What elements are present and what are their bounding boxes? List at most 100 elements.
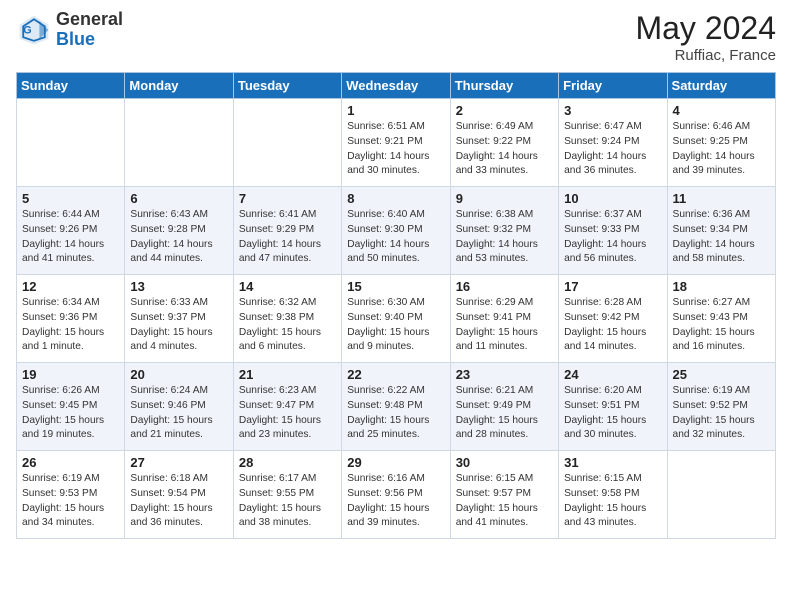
- day-info: Sunrise: 6:24 AMSunset: 9:46 PMDaylight:…: [130, 385, 212, 440]
- table-row: 23 Sunrise: 6:21 AMSunset: 9:49 PMDaylig…: [450, 363, 558, 451]
- day-number: 28: [239, 455, 336, 470]
- col-wednesday: Wednesday: [342, 73, 450, 99]
- logo: G General Blue: [16, 10, 123, 50]
- day-info: Sunrise: 6:33 AMSunset: 9:37 PMDaylight:…: [130, 297, 212, 352]
- day-number: 16: [456, 279, 553, 294]
- day-info: Sunrise: 6:19 AMSunset: 9:52 PMDaylight:…: [673, 385, 755, 440]
- table-row: 8 Sunrise: 6:40 AMSunset: 9:30 PMDayligh…: [342, 187, 450, 275]
- day-number: 27: [130, 455, 227, 470]
- col-sunday: Sunday: [17, 73, 125, 99]
- day-info: Sunrise: 6:15 AMSunset: 9:58 PMDaylight:…: [564, 473, 646, 528]
- page: G General Blue May 2024 Ruffiac, France …: [0, 0, 792, 612]
- day-info: Sunrise: 6:38 AMSunset: 9:32 PMDaylight:…: [456, 209, 538, 264]
- day-number: 31: [564, 455, 661, 470]
- day-number: 24: [564, 367, 661, 382]
- day-number: 9: [456, 191, 553, 206]
- table-row: 14 Sunrise: 6:32 AMSunset: 9:38 PMDaylig…: [233, 275, 341, 363]
- table-row: 16 Sunrise: 6:29 AMSunset: 9:41 PMDaylig…: [450, 275, 558, 363]
- table-row: 20 Sunrise: 6:24 AMSunset: 9:46 PMDaylig…: [125, 363, 233, 451]
- table-row: 13 Sunrise: 6:33 AMSunset: 9:37 PMDaylig…: [125, 275, 233, 363]
- day-info: Sunrise: 6:16 AMSunset: 9:56 PMDaylight:…: [347, 473, 429, 528]
- table-row: 26 Sunrise: 6:19 AMSunset: 9:53 PMDaylig…: [17, 451, 125, 539]
- day-number: 19: [22, 367, 119, 382]
- table-row: 19 Sunrise: 6:26 AMSunset: 9:45 PMDaylig…: [17, 363, 125, 451]
- col-monday: Monday: [125, 73, 233, 99]
- day-info: Sunrise: 6:46 AMSunset: 9:25 PMDaylight:…: [673, 121, 755, 176]
- table-row: 22 Sunrise: 6:22 AMSunset: 9:48 PMDaylig…: [342, 363, 450, 451]
- table-row: [233, 99, 341, 187]
- day-info: Sunrise: 6:41 AMSunset: 9:29 PMDaylight:…: [239, 209, 321, 264]
- day-number: 25: [673, 367, 770, 382]
- day-number: 30: [456, 455, 553, 470]
- day-info: Sunrise: 6:37 AMSunset: 9:33 PMDaylight:…: [564, 209, 646, 264]
- svg-text:G: G: [23, 24, 31, 36]
- table-row: 11 Sunrise: 6:36 AMSunset: 9:34 PMDaylig…: [667, 187, 775, 275]
- day-info: Sunrise: 6:40 AMSunset: 9:30 PMDaylight:…: [347, 209, 429, 264]
- day-number: 22: [347, 367, 444, 382]
- day-info: Sunrise: 6:43 AMSunset: 9:28 PMDaylight:…: [130, 209, 212, 264]
- day-number: 26: [22, 455, 119, 470]
- calendar-table: Sunday Monday Tuesday Wednesday Thursday…: [16, 72, 776, 539]
- table-row: 12 Sunrise: 6:34 AMSunset: 9:36 PMDaylig…: [17, 275, 125, 363]
- day-info: Sunrise: 6:26 AMSunset: 9:45 PMDaylight:…: [22, 385, 104, 440]
- table-row: 4 Sunrise: 6:46 AMSunset: 9:25 PMDayligh…: [667, 99, 775, 187]
- day-info: Sunrise: 6:30 AMSunset: 9:40 PMDaylight:…: [347, 297, 429, 352]
- day-number: 14: [239, 279, 336, 294]
- day-info: Sunrise: 6:21 AMSunset: 9:49 PMDaylight:…: [456, 385, 538, 440]
- table-row: 30 Sunrise: 6:15 AMSunset: 9:57 PMDaylig…: [450, 451, 558, 539]
- header-row: Sunday Monday Tuesday Wednesday Thursday…: [17, 73, 776, 99]
- day-number: 5: [22, 191, 119, 206]
- day-number: 8: [347, 191, 444, 206]
- day-info: Sunrise: 6:44 AMSunset: 9:26 PMDaylight:…: [22, 209, 104, 264]
- day-number: 1: [347, 103, 444, 118]
- logo-text: General Blue: [56, 10, 123, 50]
- table-row: [17, 99, 125, 187]
- day-info: Sunrise: 6:17 AMSunset: 9:55 PMDaylight:…: [239, 473, 321, 528]
- table-row: 3 Sunrise: 6:47 AMSunset: 9:24 PMDayligh…: [559, 99, 667, 187]
- col-saturday: Saturday: [667, 73, 775, 99]
- location: Ruffiac, France: [635, 47, 776, 64]
- day-number: 15: [347, 279, 444, 294]
- logo-blue: Blue: [56, 30, 123, 50]
- day-info: Sunrise: 6:15 AMSunset: 9:57 PMDaylight:…: [456, 473, 538, 528]
- day-number: 7: [239, 191, 336, 206]
- table-row: 29 Sunrise: 6:16 AMSunset: 9:56 PMDaylig…: [342, 451, 450, 539]
- table-row: 2 Sunrise: 6:49 AMSunset: 9:22 PMDayligh…: [450, 99, 558, 187]
- day-number: 29: [347, 455, 444, 470]
- day-info: Sunrise: 6:27 AMSunset: 9:43 PMDaylight:…: [673, 297, 755, 352]
- day-number: 4: [673, 103, 770, 118]
- day-info: Sunrise: 6:20 AMSunset: 9:51 PMDaylight:…: [564, 385, 646, 440]
- day-info: Sunrise: 6:32 AMSunset: 9:38 PMDaylight:…: [239, 297, 321, 352]
- day-number: 13: [130, 279, 227, 294]
- day-number: 12: [22, 279, 119, 294]
- table-row: 17 Sunrise: 6:28 AMSunset: 9:42 PMDaylig…: [559, 275, 667, 363]
- day-number: 18: [673, 279, 770, 294]
- table-row: 24 Sunrise: 6:20 AMSunset: 9:51 PMDaylig…: [559, 363, 667, 451]
- day-info: Sunrise: 6:22 AMSunset: 9:48 PMDaylight:…: [347, 385, 429, 440]
- table-row: 21 Sunrise: 6:23 AMSunset: 9:47 PMDaylig…: [233, 363, 341, 451]
- table-row: 18 Sunrise: 6:27 AMSunset: 9:43 PMDaylig…: [667, 275, 775, 363]
- day-info: Sunrise: 6:23 AMSunset: 9:47 PMDaylight:…: [239, 385, 321, 440]
- table-row: 6 Sunrise: 6:43 AMSunset: 9:28 PMDayligh…: [125, 187, 233, 275]
- day-number: 17: [564, 279, 661, 294]
- table-row: [667, 451, 775, 539]
- day-info: Sunrise: 6:36 AMSunset: 9:34 PMDaylight:…: [673, 209, 755, 264]
- title-block: May 2024 Ruffiac, France: [635, 10, 776, 64]
- logo-icon: G: [16, 12, 52, 48]
- day-info: Sunrise: 6:28 AMSunset: 9:42 PMDaylight:…: [564, 297, 646, 352]
- day-number: 11: [673, 191, 770, 206]
- table-row: [125, 99, 233, 187]
- table-row: 10 Sunrise: 6:37 AMSunset: 9:33 PMDaylig…: [559, 187, 667, 275]
- month-year: May 2024: [635, 10, 776, 47]
- day-info: Sunrise: 6:19 AMSunset: 9:53 PMDaylight:…: [22, 473, 104, 528]
- day-number: 21: [239, 367, 336, 382]
- table-row: 25 Sunrise: 6:19 AMSunset: 9:52 PMDaylig…: [667, 363, 775, 451]
- table-row: 27 Sunrise: 6:18 AMSunset: 9:54 PMDaylig…: [125, 451, 233, 539]
- day-info: Sunrise: 6:34 AMSunset: 9:36 PMDaylight:…: [22, 297, 104, 352]
- day-number: 2: [456, 103, 553, 118]
- col-thursday: Thursday: [450, 73, 558, 99]
- logo-general: General: [56, 10, 123, 30]
- day-info: Sunrise: 6:51 AMSunset: 9:21 PMDaylight:…: [347, 121, 429, 176]
- table-row: 9 Sunrise: 6:38 AMSunset: 9:32 PMDayligh…: [450, 187, 558, 275]
- table-row: 5 Sunrise: 6:44 AMSunset: 9:26 PMDayligh…: [17, 187, 125, 275]
